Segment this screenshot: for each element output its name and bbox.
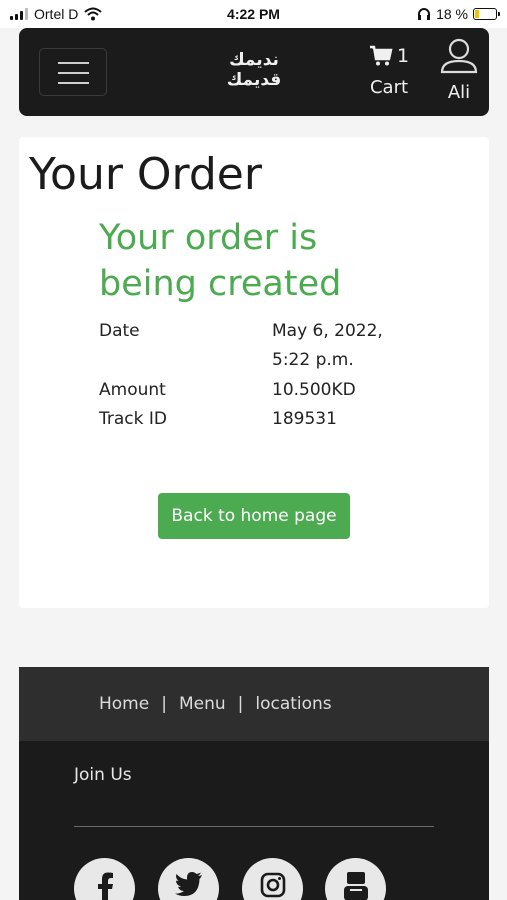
site-header: نديمك قديمك 1 Cart Ali [19,28,489,116]
logo-line-1: نديمك [229,50,279,70]
footer-separator: | [161,694,167,714]
cart-label: Cart [369,77,409,98]
footer-nav: Home | Menu | locations [19,667,489,741]
join-us-label: Join Us [74,765,132,785]
cart-button[interactable]: 1 Cart [364,42,414,98]
site-logo[interactable]: نديمك قديمك [224,50,284,90]
amount-label: Amount [99,380,166,400]
cart-row: 1 [364,42,414,70]
youtube-icon[interactable] [325,858,386,900]
date-label: Date [99,321,140,341]
footer-links: Home | Menu | locations [99,694,332,714]
footer-separator: | [237,694,244,714]
twitter-icon[interactable] [158,858,219,900]
cart-count: 1 [396,45,410,67]
track-id-value: 189531 [272,409,337,429]
footer-link-home[interactable]: Home [99,694,149,714]
logo-line-2: قديمك [226,70,282,90]
instagram-icon[interactable] [242,858,303,900]
track-id-label: Track ID [99,409,167,429]
footer-link-menu[interactable]: Menu [179,694,226,714]
page-title: Your Order [29,149,262,200]
footer-link-locations[interactable]: locations [255,694,331,714]
user-account-button[interactable]: Ali [439,38,479,103]
date-value: May 6, 2022, 5:22 p.m. [272,321,383,370]
amount-value: 10.500KD [272,380,356,400]
cart-icon [369,45,393,66]
order-status-message: Your order is being created [99,218,342,304]
status-bar: Ortel D 4:22 PM 18 % [0,0,507,28]
facebook-icon[interactable] [74,858,135,900]
order-card: Your Order Your order is being created D… [19,137,489,608]
menu-toggle-button[interactable] [39,48,107,96]
user-icon [440,38,478,74]
battery-icon [473,8,500,20]
hamburger-icon [58,62,89,64]
headphones-icon [418,8,431,20]
status-right: 18 % [417,6,500,22]
footer-main: Join Us [19,741,489,900]
footer-divider [74,826,434,827]
user-label: Ali [447,82,471,103]
back-to-home-button[interactable]: Back to home page [158,493,350,539]
battery-percent: 18 % [436,6,468,22]
